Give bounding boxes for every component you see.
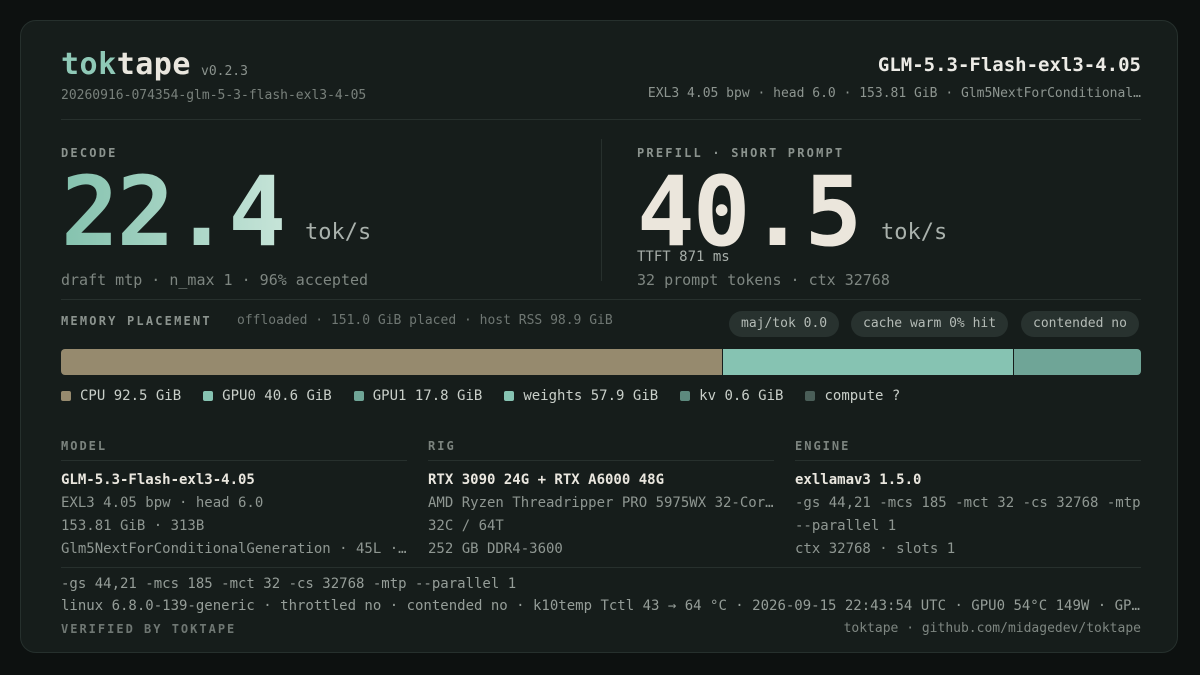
rig-line: 32C / 64T <box>428 518 504 534</box>
rig-column: RIG RTX 3090 24G + RTX A6000 48G AMD Ryz… <box>428 439 774 558</box>
rig-line: 252 GB DDR4-3600 <box>428 541 563 557</box>
prefill-ttft: TTFT 871 ms <box>637 249 730 265</box>
decode-value: 22.4 <box>61 156 286 268</box>
memory-legend: CPU 92.5 GiB GPU0 40.6 GiB GPU1 17.8 GiB we… <box>61 388 900 404</box>
run-id: 20260916-074354-glm-5-3-flash-exl3-4-05 <box>61 88 367 103</box>
engine-line: --parallel 1 <box>795 518 897 534</box>
legend-item: GPU1 17.8 GiB <box>353 388 483 404</box>
prefill-detail: 32 prompt tokens · ctx 32768 <box>637 271 890 289</box>
legend-item: kv 0.6 GiB <box>680 388 783 404</box>
legend-swatch <box>680 391 691 401</box>
pill-cache-warm: cache warm 0% hit <box>851 311 1009 337</box>
prefill-unit: tok/s <box>881 220 948 245</box>
rig-name: RTX 3090 24G + RTX A6000 48G <box>428 472 665 488</box>
memory-bar <box>61 349 1141 375</box>
benchmark-card: toktape v0.2.3 20260916-074354-glm-5-3-f… <box>20 20 1178 653</box>
brand-logo-part1: tok <box>61 47 117 82</box>
model-line: Glm5NextForConditionalGeneration · 45L ·… <box>61 541 407 557</box>
memory-bar-segment-gpu1 <box>1012 349 1141 375</box>
legend-label: GPU1 17.8 GiB <box>372 388 483 404</box>
legend-label: weights 57.9 GiB <box>523 388 659 404</box>
legend-swatch <box>61 391 71 401</box>
model-line: 153.81 GiB · 313B <box>61 518 205 534</box>
legend-swatch <box>203 391 214 401</box>
model-meta: EXL3 4.05 bpw · head 6.0 · 153.81 GiB · … <box>647 86 1141 101</box>
pill-maj-tok: maj/tok 0.0 <box>729 311 840 337</box>
memory-summary: offloaded · 151.0 GiB placed · host RSS … <box>237 313 613 328</box>
engine-header: ENGINE <box>795 439 1141 461</box>
model-title: GLM-5.3-Flash-exl3-4.05 <box>877 54 1141 76</box>
model-name: GLM-5.3-Flash-exl3-4.05 <box>61 472 255 488</box>
engine-line: ctx 32768 · slots 1 <box>795 541 956 557</box>
credit-link[interactable]: toktape · github.com/midagedev/toktape <box>844 621 1141 636</box>
footer-divider <box>61 567 1141 568</box>
decode-detail: draft mtp · n_max 1 · 96% accepted <box>61 271 369 289</box>
memory-bar-segment-cpu <box>61 349 722 375</box>
legend-item: CPU 92.5 GiB <box>61 388 181 404</box>
legend-swatch <box>805 391 816 401</box>
legend-swatch <box>353 391 364 401</box>
metrics-divider <box>61 299 1141 300</box>
model-header: MODEL <box>61 439 407 461</box>
engine-column: ENGINE exllamav3 1.5.0 -gs 44,21 -mcs 18… <box>795 439 1141 558</box>
engine-name: exllamav3 1.5.0 <box>795 472 922 488</box>
model-column: MODEL GLM-5.3-Flash-exl3-4.05 EXL3 4.05 … <box>61 439 407 558</box>
engine-line: -gs 44,21 -mcs 185 -mct 32 -cs 32768 -mt… <box>795 495 1141 511</box>
rig-header: RIG <box>428 439 774 461</box>
version-label: v0.2.3 <box>201 64 248 79</box>
rig-line: AMD Ryzen Threadripper PRO 5975WX 32-Cor… <box>428 495 774 511</box>
legend-item: compute ? <box>805 388 900 404</box>
brand-logo: toktape <box>61 47 191 82</box>
memory-bar-segment-gpu0 <box>721 349 1013 375</box>
brand-logo-part2: tape <box>116 47 191 82</box>
verified-label: VERIFIED BY TOKTAPE <box>61 622 237 636</box>
legend-swatch <box>504 391 515 401</box>
memory-label: MEMORY PLACEMENT <box>61 314 212 328</box>
legend-item: GPU0 40.6 GiB <box>203 388 332 404</box>
prefill-value: 40.5 <box>637 156 862 268</box>
legend-label: compute ? <box>824 388 901 404</box>
legend-item: weights 57.9 GiB <box>504 388 658 404</box>
legend-label: kv 0.6 GiB <box>699 388 784 404</box>
legend-label: CPU 92.5 GiB <box>80 388 182 404</box>
decode-unit: tok/s <box>305 220 372 245</box>
header-divider <box>61 119 1141 120</box>
pill-contended: contended no <box>1021 311 1139 337</box>
model-line: EXL3 4.05 bpw · head 6.0 <box>61 495 264 511</box>
system-line: linux 6.8.0-139-generic · throttled no ·… <box>61 598 1141 614</box>
metric-divider <box>601 139 602 281</box>
cmdline: -gs 44,21 -mcs 185 -mct 32 -cs 32768 -mt… <box>61 576 517 592</box>
legend-label: GPU0 40.6 GiB <box>222 388 332 404</box>
